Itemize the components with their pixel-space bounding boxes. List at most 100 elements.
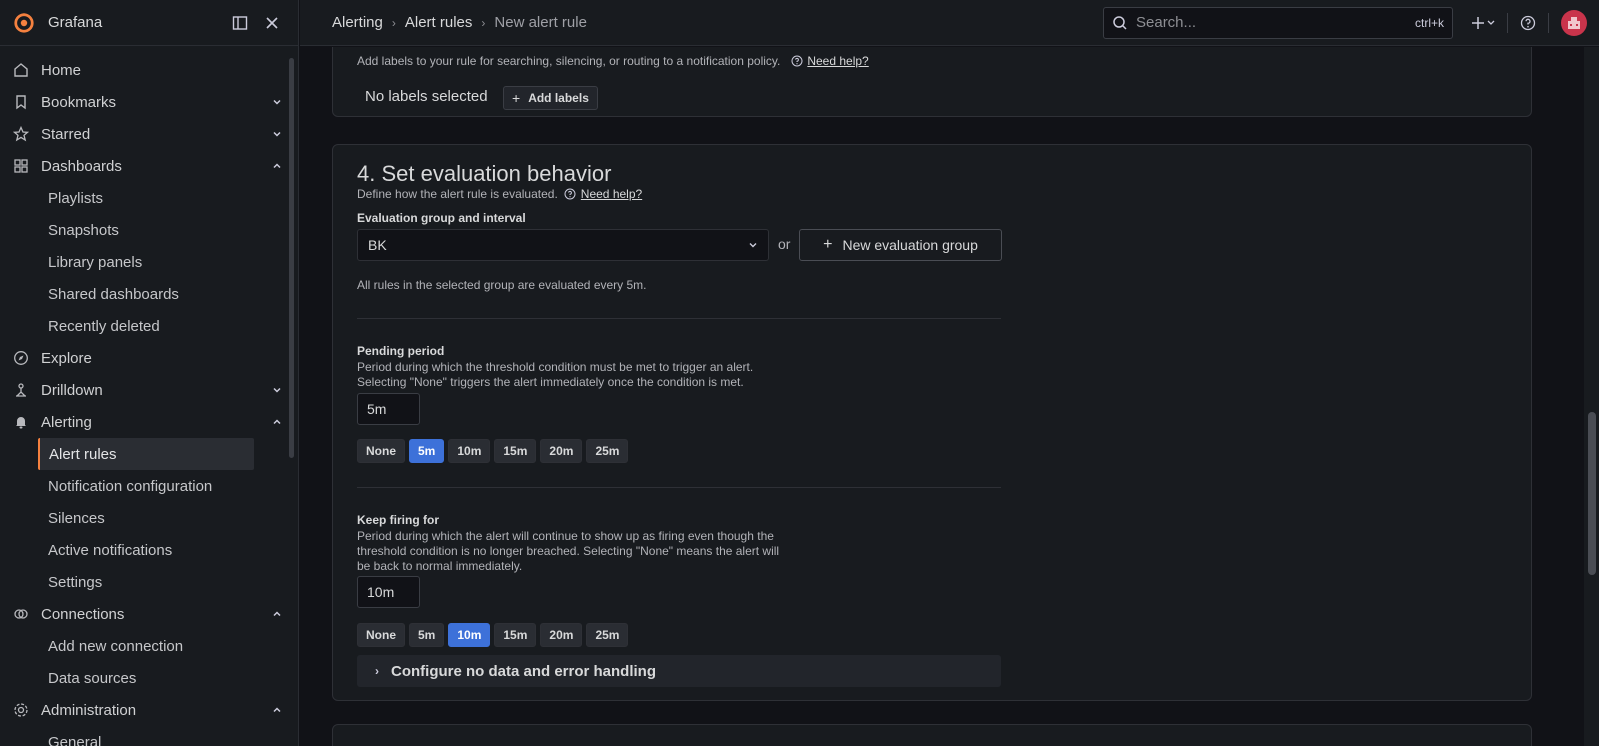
add-labels-button[interactable]: + Add labels — [503, 86, 598, 110]
chevron-down-icon[interactable] — [270, 383, 284, 397]
sidebar-item-add-new-connection[interactable]: Add new connection — [0, 630, 298, 662]
sidebar-item-administration[interactable]: Administration — [0, 694, 298, 726]
sidebar-item-label: Starred — [41, 125, 91, 143]
sidebar-item-library-panels[interactable]: Library panels — [0, 246, 298, 278]
new-menu-button[interactable] — [1465, 9, 1501, 37]
need-help-link[interactable]: Need help? — [807, 54, 868, 68]
pending-period-desc: Selecting "None" triggers the alert imme… — [357, 375, 744, 389]
pending-period-label: Pending period — [357, 344, 445, 358]
section-description-text: Define how the alert rule is evaluated. — [357, 187, 558, 201]
section-description: Define how the alert rule is evaluated. … — [357, 187, 642, 201]
chevron-down-icon[interactable] — [270, 127, 284, 141]
keep-firing-input[interactable]: 10m — [357, 576, 420, 608]
breadcrumb-alert-rules[interactable]: Alert rules — [405, 14, 473, 31]
no-labels-text: No labels selected — [365, 88, 488, 105]
connections-icon — [12, 605, 30, 623]
labels-help-text: Add labels to your rule for searching, s… — [357, 54, 781, 68]
need-help-link[interactable]: Need help? — [581, 187, 642, 201]
pending-option-20m[interactable]: 20m — [540, 439, 583, 463]
keep-firing-option-5m[interactable]: 5m — [409, 623, 445, 647]
sidebar-item-alert-rules[interactable]: Alert rules — [38, 438, 254, 470]
apps-icon — [12, 157, 30, 175]
group-interval-note: All rules in the selected group are eval… — [357, 278, 647, 292]
sidebar-item-home[interactable]: Home — [0, 54, 298, 86]
sidebar-scrollbar[interactable] — [289, 58, 294, 458]
scrollbar-thumb[interactable] — [1588, 412, 1596, 575]
dock-menu-icon[interactable] — [226, 9, 254, 37]
section-title: 4. Set evaluation behavior — [357, 161, 612, 186]
keep-firing-option-15m[interactable]: 15m — [494, 623, 537, 647]
divider — [357, 487, 1001, 488]
sidebar-item-playlists[interactable]: Playlists — [0, 182, 298, 214]
sidebar-item-connections[interactable]: Connections — [0, 598, 298, 630]
sidebar-item-data-sources[interactable]: Data sources — [0, 662, 298, 694]
sidebar-item-drilldown[interactable]: Drilldown — [0, 374, 298, 406]
keep-firing-option-25m[interactable]: 25m — [586, 623, 629, 647]
chevron-up-icon[interactable] — [270, 607, 284, 621]
sidebar-item-snapshots[interactable]: Snapshots — [0, 214, 298, 246]
pending-period-input[interactable]: 5m — [357, 393, 420, 425]
sidebar-item-alerting[interactable]: Alerting — [0, 406, 298, 438]
question-circle-icon — [790, 55, 803, 68]
search-shortcut: ctrl+k — [1414, 15, 1444, 30]
sidebar-item-active-notifications[interactable]: Active notifications — [0, 534, 298, 566]
evaluation-group-select[interactable]: BK — [357, 229, 769, 261]
keep-firing-option-none[interactable]: None — [357, 623, 405, 647]
sidebar-item-shared-dashboards[interactable]: Shared dashboards — [0, 278, 298, 310]
sidebar-item-label: Connections — [41, 605, 125, 623]
keep-firing-options: None 5m 10m 15m 20m 25m — [357, 623, 629, 647]
plus-icon: + — [823, 236, 833, 253]
sidebar-item-recently-deleted[interactable]: Recently deleted — [0, 310, 298, 342]
sidebar-item-explore[interactable]: Explore — [0, 342, 298, 374]
gear-icon — [12, 701, 30, 719]
breadcrumb: Alerting › Alert rules › New alert rule — [300, 14, 1103, 31]
pending-option-25m[interactable]: 25m — [586, 439, 629, 463]
sidebar-item-label: Alerting — [41, 413, 92, 431]
sidebar-item-bookmarks[interactable]: Bookmarks — [0, 86, 298, 118]
sidebar-item-label: Explore — [41, 349, 92, 367]
keep-firing-option-10m[interactable]: 10m — [448, 623, 491, 647]
new-evaluation-group-button[interactable]: + New evaluation group — [799, 229, 1002, 261]
breadcrumb-current: New alert rule — [494, 14, 587, 31]
sidebar-item-silences[interactable]: Silences — [0, 502, 298, 534]
sidebar-item-label: Dashboards — [41, 157, 122, 175]
pending-option-5m[interactable]: 5m — [409, 439, 445, 463]
next-section — [332, 724, 1532, 746]
pending-option-10m[interactable]: 10m — [448, 439, 491, 463]
keep-firing-desc: threshold condition is no longer breache… — [357, 544, 780, 558]
pending-option-none[interactable]: None — [357, 439, 405, 463]
labels-section: Add labels to your rule for searching, s… — [332, 47, 1532, 117]
sidebar-item-starred[interactable]: Starred — [0, 118, 298, 150]
add-labels-label: Add labels — [528, 91, 589, 105]
keep-firing-option-20m[interactable]: 20m — [540, 623, 583, 647]
chevron-up-icon[interactable] — [270, 703, 284, 717]
or-text: or — [778, 236, 791, 252]
bell-icon — [12, 413, 30, 431]
sidebar-item-dashboards[interactable]: Dashboards — [0, 150, 298, 182]
grafana-logo-icon[interactable] — [12, 11, 36, 35]
help-icon[interactable] — [1514, 9, 1542, 37]
compass-icon — [12, 349, 30, 367]
avatar[interactable] — [1561, 9, 1587, 36]
home-icon — [12, 61, 30, 79]
sidebar-item-alerting-settings[interactable]: Settings — [0, 566, 298, 598]
evaluation-group-label: Evaluation group and interval — [357, 211, 526, 225]
no-data-handling-toggle[interactable]: › Configure no data and error handling — [357, 655, 1001, 687]
pending-option-15m[interactable]: 15m — [494, 439, 537, 463]
sidebar-item-general[interactable]: General — [0, 726, 298, 746]
close-icon[interactable] — [258, 9, 286, 37]
sidebar-header: Grafana — [0, 0, 298, 46]
chevron-down-icon[interactable] — [270, 95, 284, 109]
breadcrumb-alerting[interactable]: Alerting — [332, 14, 383, 31]
plus-icon: + — [512, 90, 521, 106]
keep-firing-label: Keep firing for — [357, 513, 440, 527]
sidebar-nav: Home Bookmarks Starred Dashboards Playli… — [0, 46, 298, 746]
divider — [357, 318, 1001, 319]
chevron-up-icon[interactable] — [270, 415, 284, 429]
sidebar-item-notification-configuration[interactable]: Notification configuration — [0, 470, 298, 502]
evaluation-group-value: BK — [368, 237, 387, 253]
search-input[interactable]: Search... ctrl+k — [1103, 6, 1453, 39]
chevron-up-icon[interactable] — [270, 159, 284, 173]
main-scrollbar[interactable] — [1584, 47, 1599, 746]
chevron-right-icon: › — [375, 664, 379, 678]
